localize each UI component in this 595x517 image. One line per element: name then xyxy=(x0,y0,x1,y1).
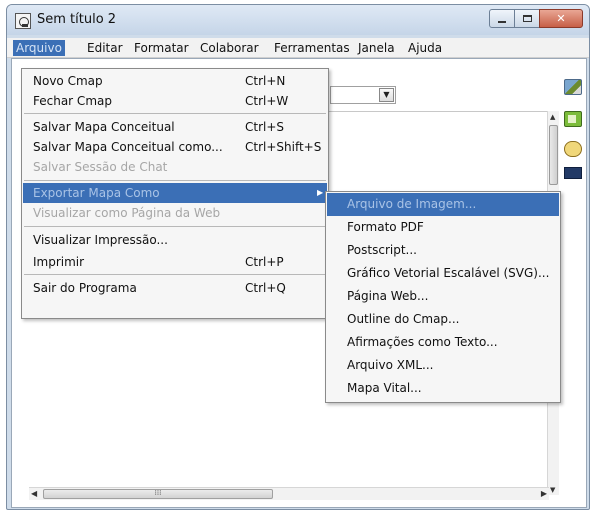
menu-janela[interactable]: Janela xyxy=(355,40,398,56)
menu-item-fechar-cmap[interactable]: Fechar Cmap Ctrl+W xyxy=(23,91,327,111)
menu-item-exportar[interactable]: Exportar Mapa Como ▶ xyxy=(23,183,327,203)
submenu-item-pagina-web[interactable]: Página Web... xyxy=(327,285,559,308)
submenu-item-afirmacoes[interactable]: Afirmações como Texto... xyxy=(327,331,559,354)
scroll-right-icon[interactable]: ▶ xyxy=(541,489,547,498)
submenu-item-xml[interactable]: Arquivo XML... xyxy=(327,354,559,377)
vertical-scroll-thumb[interactable] xyxy=(549,125,558,185)
menu-item-sair[interactable]: Sair do Programa Ctrl+Q xyxy=(23,278,327,298)
cmap-app-icon[interactable] xyxy=(15,13,31,29)
horizontal-scrollbar[interactable]: ◀ ⁞⁞⁞ ▶ xyxy=(29,487,549,500)
submenu-item-svg[interactable]: Gráfico Vetorial Escalável (SVG)... xyxy=(327,262,559,285)
submenu-arrow-icon: ▶ xyxy=(317,188,324,197)
minimize-button[interactable] xyxy=(489,9,515,28)
close-button[interactable]: ✕ xyxy=(539,9,583,28)
menu-ajuda[interactable]: Ajuda xyxy=(405,40,445,56)
menu-item-salvar-chat: Salvar Sessão de Chat xyxy=(33,160,168,174)
submenu-item-outline[interactable]: Outline do Cmap... xyxy=(327,308,559,331)
document-pane xyxy=(322,111,552,199)
menu-separator xyxy=(24,113,326,114)
menu-item-visualizar-impressao[interactable]: Visualizar Impressão... xyxy=(23,230,327,250)
pencil-edit-icon[interactable] xyxy=(564,79,582,95)
menu-ferramentas[interactable]: Ferramentas xyxy=(271,40,353,56)
submenu-item-arquivo-imagem[interactable]: Arquivo de Imagem... xyxy=(327,193,559,216)
submenu-item-postscript[interactable]: Postscript... xyxy=(327,239,559,262)
horizontal-scroll-thumb[interactable]: ⁞⁞⁞ xyxy=(43,489,273,499)
maximize-icon xyxy=(522,15,532,22)
menu-item-visualizar-web: Visualizar como Página da Web xyxy=(33,206,221,220)
menu-item-imprimir[interactable]: Imprimir Ctrl+P xyxy=(23,252,327,272)
file-menu-dropdown: Novo Cmap Ctrl+N Fechar Cmap Ctrl+W Salv… xyxy=(21,68,329,319)
menu-editar[interactable]: Editar xyxy=(84,40,126,56)
collaborators-icon[interactable] xyxy=(564,141,582,157)
scroll-up-icon[interactable]: ▲ xyxy=(550,113,555,121)
window-title: Sem título 2 xyxy=(37,12,117,27)
minimize-icon xyxy=(498,20,506,23)
menu-item-salvar-como[interactable]: Salvar Mapa Conceitual como... Ctrl+Shif… xyxy=(23,137,327,157)
menu-item-salvar-mapa[interactable]: Salvar Mapa Conceitual Ctrl+S xyxy=(23,117,327,137)
application-window: Sem título 2 ✕ Arquivo Editar Formatar C… xyxy=(6,4,590,510)
scroll-left-icon[interactable]: ◀ xyxy=(31,489,37,498)
submenu-item-mapa-vital[interactable]: Mapa Vital... xyxy=(327,377,559,400)
book-icon[interactable] xyxy=(564,111,582,127)
font-combo[interactable]: ▼ xyxy=(330,86,396,104)
close-icon: ✕ xyxy=(556,12,566,25)
menu-colaborar[interactable]: Colaborar xyxy=(197,40,262,56)
maximize-button[interactable] xyxy=(514,9,540,28)
menu-arquivo[interactable]: Arquivo xyxy=(13,40,65,56)
export-submenu: Arquivo de Imagem... Formato PDF Postscr… xyxy=(325,191,561,403)
presentation-icon[interactable] xyxy=(564,167,582,179)
menu-separator xyxy=(24,180,326,181)
title-bar[interactable]: Sem título 2 ✕ xyxy=(7,5,589,35)
menu-item-novo-cmap[interactable]: Novo Cmap Ctrl+N xyxy=(23,71,327,91)
chevron-down-icon[interactable]: ▼ xyxy=(379,88,394,102)
side-toolbar xyxy=(560,79,586,189)
submenu-item-pdf[interactable]: Formato PDF xyxy=(327,216,559,239)
menu-separator xyxy=(24,226,326,227)
scroll-down-icon[interactable]: ▼ xyxy=(550,486,555,494)
menu-bar: Arquivo Editar Formatar Colaborar Ferram… xyxy=(7,38,589,58)
menu-separator xyxy=(24,274,326,275)
menu-formatar[interactable]: Formatar xyxy=(131,40,192,56)
